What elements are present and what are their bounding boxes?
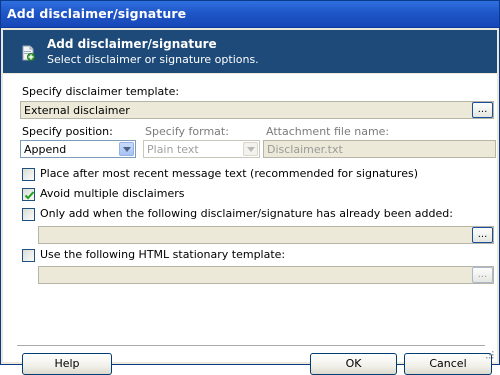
use-html-checkbox[interactable]	[22, 249, 35, 262]
window-title: Add disclaimer/signature	[7, 6, 187, 21]
attachment-field[interactable]: Disclaimer.txt	[263, 140, 496, 158]
html-template-field[interactable]: ...	[38, 266, 494, 284]
ok-button[interactable]: OK	[310, 353, 397, 375]
dialog-header: Add disclaimer/signature Select disclaim…	[3, 30, 497, 73]
template-field[interactable]: External disclaimer ...	[20, 101, 494, 119]
position-dropdown-arrow[interactable]	[119, 142, 134, 156]
title-bar[interactable]: Add disclaimer/signature	[1, 1, 499, 28]
dialog-content: Specify disclaimer template: External di…	[3, 74, 497, 375]
chevron-down-icon	[123, 147, 131, 152]
cancel-button[interactable]: Cancel	[404, 353, 492, 375]
checkmark-icon	[24, 191, 35, 200]
use-html-label: Use the following HTML stationary templa…	[40, 248, 286, 261]
template-label: Specify disclaimer template:	[22, 85, 180, 98]
place-after-checkbox[interactable]	[22, 168, 35, 181]
only-add-label: Only add when the following disclaimer/s…	[40, 207, 453, 220]
avoid-multiple-label: Avoid multiple disclaimers	[40, 187, 185, 200]
header-title: Add disclaimer/signature	[47, 37, 217, 51]
resize-grip-icon[interactable]	[484, 349, 494, 359]
only-add-browse-button[interactable]: ...	[472, 227, 493, 243]
html-template-browse-button[interactable]: ...	[472, 267, 493, 283]
chevron-down-icon	[247, 147, 255, 152]
help-button[interactable]: Help	[22, 353, 112, 375]
only-add-checkbox[interactable]	[22, 208, 35, 221]
dialog-window: Add disclaimer/signature Add disclaimer/…	[0, 0, 500, 375]
position-value: Append	[24, 143, 67, 156]
place-after-label: Place after most recent message text (re…	[40, 167, 419, 180]
header-subtitle: Select disclaimer or signature options.	[47, 53, 259, 66]
attachment-value: Disclaimer.txt	[267, 143, 343, 156]
format-label: Specify format:	[145, 125, 229, 138]
position-label: Specify position:	[22, 125, 113, 138]
avoid-multiple-checkbox[interactable]	[22, 188, 35, 201]
add-document-icon	[20, 45, 36, 61]
template-browse-button[interactable]: ...	[472, 102, 493, 118]
attachment-label: Attachment file name:	[266, 125, 390, 138]
template-value: External disclaimer	[24, 104, 130, 117]
format-value: Plain text	[147, 143, 199, 156]
button-separator	[17, 345, 485, 346]
format-select[interactable]: Plain text	[143, 140, 260, 158]
only-add-field[interactable]: ...	[38, 226, 494, 244]
position-select[interactable]: Append	[20, 140, 136, 158]
format-dropdown-arrow[interactable]	[243, 142, 258, 156]
